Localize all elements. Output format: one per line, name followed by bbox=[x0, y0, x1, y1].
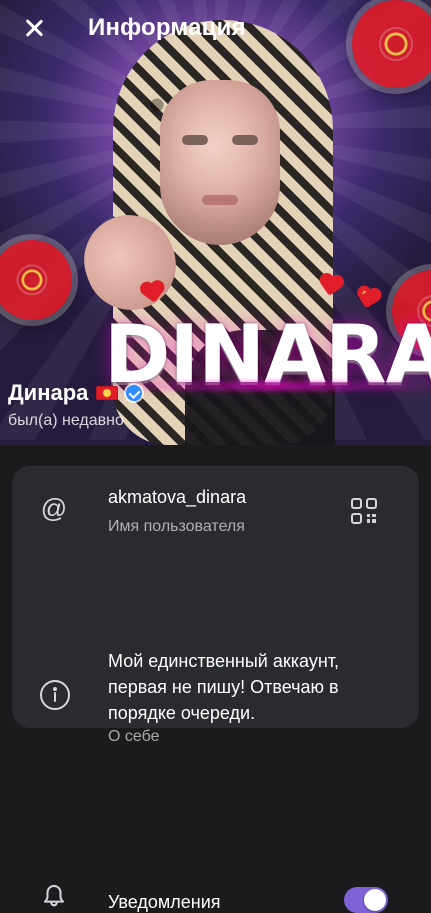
profile-header: Динара был(а) недавно bbox=[8, 380, 143, 430]
face-shape bbox=[160, 80, 280, 245]
kyrgyzstan-flag-icon bbox=[96, 386, 119, 400]
heart-sticker bbox=[316, 273, 345, 299]
bio-label: О себе bbox=[108, 728, 160, 745]
heart-sticker bbox=[355, 285, 376, 304]
username-label: Имя пользователя bbox=[108, 518, 245, 535]
profile-hero: DINARA Информация Динара был(а) недавно bbox=[0, 0, 431, 445]
eye-left bbox=[182, 135, 208, 145]
heart-sticker bbox=[139, 280, 168, 305]
eye-right bbox=[232, 135, 258, 145]
bio-row: Мой единственный аккаунт, первая не пишу… bbox=[12, 554, 419, 745]
page-title: Информация bbox=[88, 14, 246, 41]
toggle-knob bbox=[364, 889, 386, 911]
heart-sticker-sun bbox=[361, 290, 369, 298]
qr-code-icon[interactable] bbox=[350, 497, 378, 525]
hero-overlay-text: DINARA bbox=[104, 308, 431, 401]
mouth bbox=[202, 195, 238, 205]
bell-icon bbox=[40, 882, 68, 910]
top-bar: Информация bbox=[0, 0, 431, 58]
notifications-toggle[interactable] bbox=[344, 887, 388, 913]
profile-name: Динара bbox=[8, 380, 89, 405]
heart-sticker-sun bbox=[148, 287, 158, 297]
verified-icon bbox=[126, 385, 143, 401]
profile-name-row: Динара bbox=[8, 380, 143, 406]
at-icon: @ bbox=[40, 493, 68, 523]
notifications-row[interactable]: Уведомления bbox=[12, 668, 419, 913]
notifications-label: Уведомления bbox=[108, 892, 221, 912]
username-value[interactable]: akmatova_dinara bbox=[108, 487, 246, 508]
profile-status: был(а) недавно bbox=[8, 412, 124, 429]
close-icon[interactable] bbox=[22, 16, 46, 40]
heart-sticker-sun bbox=[326, 280, 336, 290]
username-row[interactable]: @ akmatova_dinara Имя пользователя bbox=[12, 466, 419, 554]
info-card: @ akmatova_dinara Имя пользователя Мой е… bbox=[12, 466, 419, 913]
